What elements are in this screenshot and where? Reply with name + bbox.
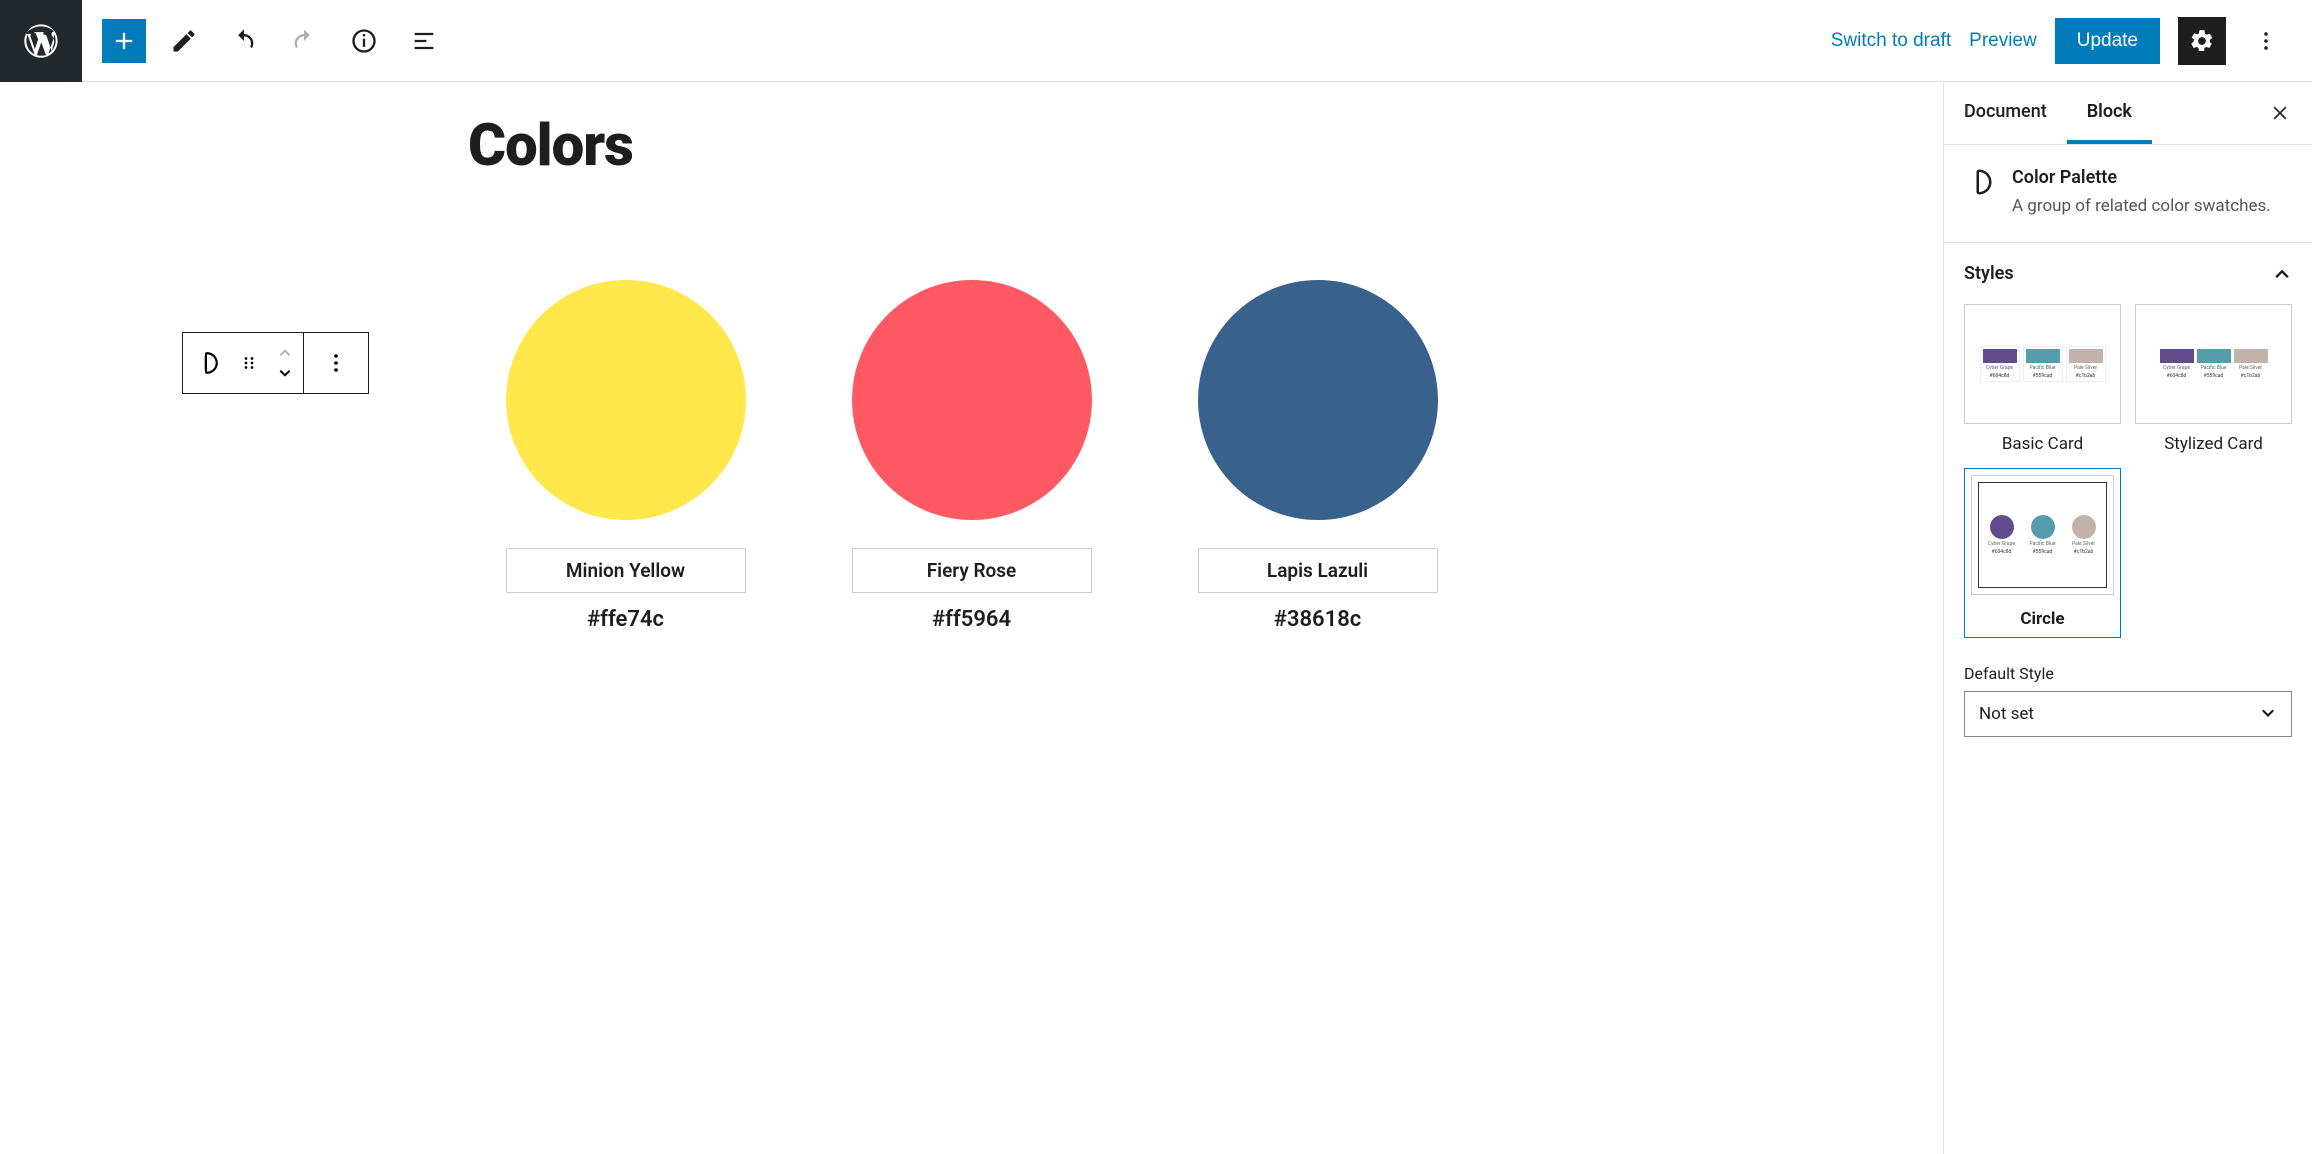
outline-icon [410, 27, 438, 55]
tab-document[interactable]: Document [1944, 82, 2067, 144]
style-label: Basic Card [2002, 434, 2083, 454]
style-label: Stylized Card [2164, 434, 2263, 454]
close-sidebar-button[interactable] [2248, 103, 2312, 123]
block-toolbar [182, 332, 369, 394]
pencil-icon [170, 27, 198, 55]
swatch-name-input[interactable]: Lapis Lazuli [1198, 548, 1438, 593]
default-style-select[interactable]: Not set [1964, 691, 2292, 737]
editor-canvas[interactable]: Colors [0, 82, 1943, 1154]
add-block-button[interactable] [102, 19, 146, 63]
styles-grid: Cyber Grape#604c8d Pacific Blue#559cad P… [1944, 304, 2312, 658]
swatch-circle [506, 280, 746, 520]
drag-icon [240, 354, 258, 372]
style-option-stylized-card[interactable]: Cyber Grape#604c8d Pacific Blue#559cad P… [2135, 304, 2292, 454]
redo-button[interactable] [282, 19, 326, 63]
swatch-circle [852, 280, 1092, 520]
block-description: A group of related color swatches. [2012, 194, 2271, 220]
sidebar-tabs: Document Block [1944, 82, 2312, 145]
color-palette-icon [1964, 167, 1994, 197]
chevron-up-icon [2272, 263, 2292, 283]
style-preview: Cyber Grape#604c8d Pacific Blue#559cad P… [1964, 304, 2121, 424]
color-palette-icon [194, 350, 220, 376]
tab-block[interactable]: Block [2067, 82, 2152, 144]
style-preview: Cyber Grape#604c8d Pacific Blue#559cad P… [2135, 304, 2292, 424]
block-more-options-button[interactable] [304, 333, 368, 393]
update-button[interactable]: Update [2055, 18, 2160, 64]
outline-button[interactable] [402, 19, 446, 63]
more-vertical-icon [2254, 29, 2278, 53]
style-preview: Cyber Grape#604c8d Pacific Blue#559cad P… [1971, 475, 2114, 595]
wordpress-icon [21, 21, 61, 61]
block-name: Color Palette [2012, 167, 2271, 188]
redo-icon [290, 27, 318, 55]
style-label: Circle [2020, 601, 2064, 637]
swatch-hex-label: #38618c [1274, 607, 1361, 632]
chevron-up-icon [277, 346, 293, 358]
main-area: Colors [0, 82, 2312, 1154]
content-info-button[interactable] [342, 19, 386, 63]
edit-mode-button[interactable] [162, 19, 206, 63]
post-title[interactable]: Colors [468, 82, 1943, 180]
block-type-button[interactable] [183, 333, 231, 393]
more-vertical-icon [324, 351, 348, 375]
chevron-down-icon [277, 368, 293, 380]
settings-button[interactable] [2178, 17, 2226, 65]
swatch-name-input[interactable]: Minion Yellow [506, 548, 746, 593]
block-description-panel: Color Palette A group of related color s… [1944, 145, 2312, 243]
toolbar-left-group [82, 19, 1807, 63]
undo-button[interactable] [222, 19, 266, 63]
info-icon [350, 27, 378, 55]
settings-sidebar: Document Block Color Palette A group of … [1943, 82, 2312, 1154]
wordpress-logo[interactable] [0, 0, 82, 82]
top-toolbar: Switch to draft Preview Update [0, 0, 2312, 82]
default-style-value: Not set [1979, 704, 2034, 724]
styles-panel-header[interactable]: Styles [1944, 243, 2312, 304]
swatch-name-input[interactable]: Fiery Rose [852, 548, 1092, 593]
preview-button[interactable]: Preview [1969, 30, 2037, 52]
styles-panel-title: Styles [1964, 263, 2014, 284]
style-option-basic-card[interactable]: Cyber Grape#604c8d Pacific Blue#559cad P… [1964, 304, 2121, 454]
default-style-label: Default Style [1944, 658, 2312, 691]
switch-to-draft-button[interactable]: Switch to draft [1831, 30, 1951, 52]
gear-icon [2189, 28, 2215, 54]
style-option-circle[interactable]: Cyber Grape#604c8d Pacific Blue#559cad P… [1964, 468, 2121, 638]
more-options-button[interactable] [2244, 19, 2288, 63]
move-up-button[interactable] [267, 341, 303, 363]
toolbar-right-group: Switch to draft Preview Update [1807, 17, 2312, 65]
drag-handle[interactable] [231, 333, 267, 393]
swatch-hex-label: #ffe74c [587, 607, 664, 632]
plus-icon [110, 27, 138, 55]
color-swatch[interactable]: Minion Yellow #ffe74c [506, 280, 746, 632]
color-swatch[interactable]: Fiery Rose #ff5964 [852, 280, 1092, 632]
color-swatch[interactable]: Lapis Lazuli #38618c [1198, 280, 1438, 632]
undo-icon [230, 27, 258, 55]
chevron-down-icon [2259, 705, 2277, 723]
swatch-circle [1198, 280, 1438, 520]
swatch-hex-label: #ff5964 [932, 607, 1011, 632]
close-icon [2270, 103, 2290, 123]
move-down-button[interactable] [267, 363, 303, 385]
